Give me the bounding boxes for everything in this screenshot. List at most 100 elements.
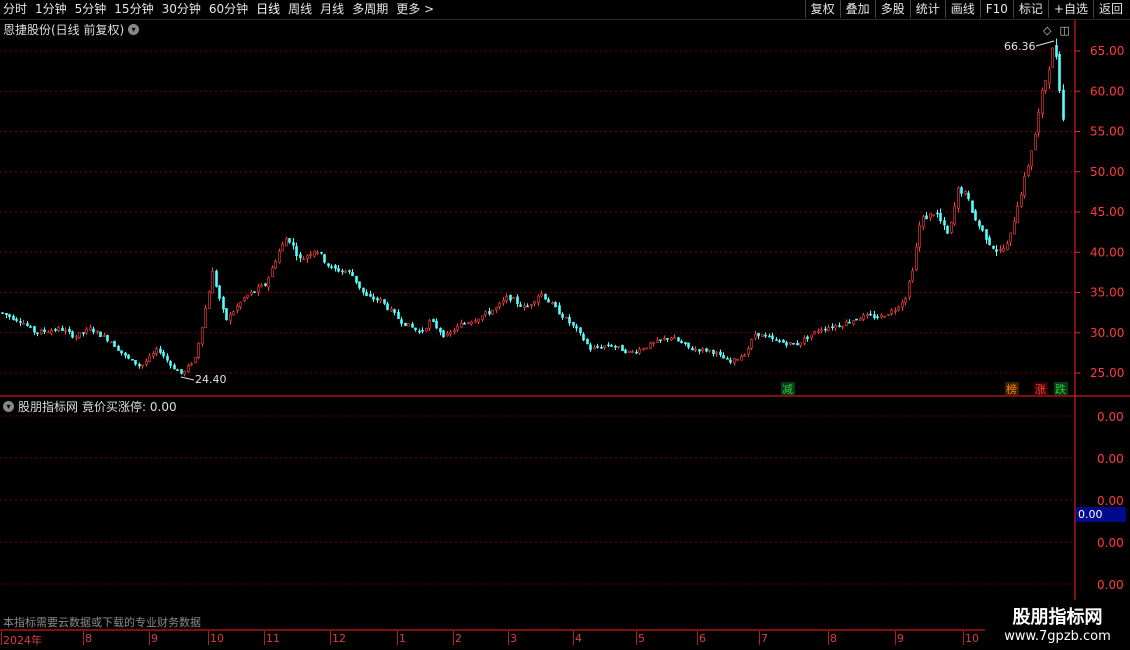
candle-body bbox=[901, 301, 904, 308]
date-tick bbox=[208, 631, 209, 645]
candle-body bbox=[715, 352, 718, 355]
candle-body bbox=[743, 355, 746, 357]
candle-body bbox=[232, 311, 235, 316]
candle-body bbox=[75, 336, 78, 339]
candle-body bbox=[1023, 176, 1026, 197]
candle-body bbox=[215, 270, 218, 287]
candle-body bbox=[621, 344, 624, 352]
candle-body bbox=[509, 294, 512, 301]
candle-body bbox=[481, 315, 484, 320]
candle-body bbox=[614, 345, 617, 348]
candle-body bbox=[120, 350, 123, 354]
price-label: 60.00 bbox=[1090, 84, 1124, 98]
chevron-down-icon[interactable]: ▾ bbox=[128, 24, 140, 35]
date-tick bbox=[573, 631, 574, 645]
candle-body bbox=[320, 251, 323, 254]
candle-body bbox=[1020, 194, 1023, 207]
candle-body bbox=[915, 246, 918, 271]
candle-body bbox=[708, 349, 711, 352]
candle-body bbox=[820, 329, 823, 332]
date-tick bbox=[83, 631, 84, 645]
candle-body bbox=[110, 341, 113, 344]
candle-body bbox=[768, 335, 771, 338]
candle-body bbox=[173, 364, 176, 370]
candle-body bbox=[565, 316, 568, 319]
candle-body bbox=[292, 242, 295, 246]
candle-body bbox=[992, 245, 995, 249]
candle-body bbox=[624, 349, 627, 354]
candle-body bbox=[348, 270, 351, 272]
candle-body bbox=[194, 357, 197, 363]
candle-body bbox=[57, 327, 60, 331]
marker-reduce[interactable]: 减 bbox=[782, 383, 793, 396]
candle-body bbox=[642, 348, 645, 351]
marker-list[interactable]: 榜 bbox=[1006, 382, 1017, 396]
candle-body bbox=[1013, 220, 1016, 235]
candle-body bbox=[757, 332, 760, 337]
marker-up[interactable]: 涨 bbox=[1035, 383, 1046, 396]
candle-body bbox=[309, 254, 312, 256]
candle-body bbox=[722, 354, 725, 359]
watermark-url: www.7gpzb.com bbox=[1004, 629, 1111, 644]
candle-body bbox=[838, 325, 841, 327]
candle-body bbox=[950, 221, 953, 233]
candle-body bbox=[288, 238, 291, 243]
price-label: 35.00 bbox=[1090, 286, 1124, 300]
candle-body bbox=[337, 268, 340, 272]
candle-body bbox=[953, 206, 956, 225]
candle-body bbox=[152, 353, 155, 357]
data-notice: 本指标需要云数据或下载的专业财务数据 bbox=[3, 616, 201, 629]
date-label: 5 bbox=[638, 632, 645, 645]
chevron-down-icon[interactable]: ▾ bbox=[3, 401, 14, 412]
candle-body bbox=[495, 307, 498, 311]
date-tick bbox=[149, 631, 150, 645]
candle-body bbox=[750, 339, 753, 349]
window-toggle-icon[interactable]: ◫ bbox=[1059, 24, 1069, 37]
diamond-icon[interactable]: ◇ bbox=[1043, 24, 1051, 37]
date-tick bbox=[330, 631, 331, 645]
candle-body bbox=[547, 299, 550, 303]
candle-body bbox=[43, 329, 46, 333]
candle-body bbox=[442, 330, 445, 338]
candle-body bbox=[145, 360, 148, 365]
candle-body bbox=[561, 314, 564, 318]
candle-body bbox=[404, 322, 407, 326]
candle-body bbox=[351, 272, 354, 277]
date-label: 8 bbox=[85, 632, 92, 645]
candle-body bbox=[106, 335, 109, 342]
low-pointer bbox=[180, 376, 195, 381]
chart-canvas[interactable]: 65.0060.0055.0050.0045.0040.0035.0030.00… bbox=[0, 0, 1130, 650]
stock-title[interactable]: 恩捷股份(日线 前复权) ▾ bbox=[3, 21, 140, 38]
candle-body bbox=[778, 340, 781, 343]
main-grid bbox=[0, 50, 1075, 374]
candle-body bbox=[740, 356, 743, 361]
date-label: 7 bbox=[761, 632, 768, 645]
candle-body bbox=[113, 340, 116, 347]
candle-body bbox=[586, 338, 589, 345]
candle-body bbox=[1027, 165, 1030, 176]
candle-body bbox=[939, 212, 942, 222]
marker-down[interactable]: 跌 bbox=[1055, 382, 1066, 396]
candle-body bbox=[29, 326, 32, 328]
candle-body bbox=[428, 320, 431, 329]
candle-body bbox=[862, 314, 865, 320]
indicator-title[interactable]: ▾ 股朋指标网 竟价买涨停: 0.00 bbox=[3, 398, 177, 415]
candle-body bbox=[278, 250, 281, 263]
candle-body bbox=[208, 291, 211, 309]
candle-body bbox=[775, 339, 778, 341]
candle-body bbox=[372, 296, 375, 300]
candle-body bbox=[460, 322, 463, 328]
candle-body bbox=[323, 254, 326, 263]
candle-body bbox=[687, 342, 690, 348]
candle-body bbox=[593, 346, 596, 350]
candle-body bbox=[873, 314, 876, 319]
price-label: 50.00 bbox=[1090, 165, 1124, 179]
candle-body bbox=[782, 339, 785, 343]
chart-corner-icons: ◇ ◫ bbox=[1043, 24, 1070, 37]
candle-body bbox=[89, 327, 92, 331]
candle-body bbox=[82, 332, 85, 334]
candle-body bbox=[78, 332, 81, 338]
price-label: 40.00 bbox=[1090, 245, 1124, 259]
date-tick bbox=[697, 631, 698, 645]
candle-body bbox=[995, 249, 998, 252]
